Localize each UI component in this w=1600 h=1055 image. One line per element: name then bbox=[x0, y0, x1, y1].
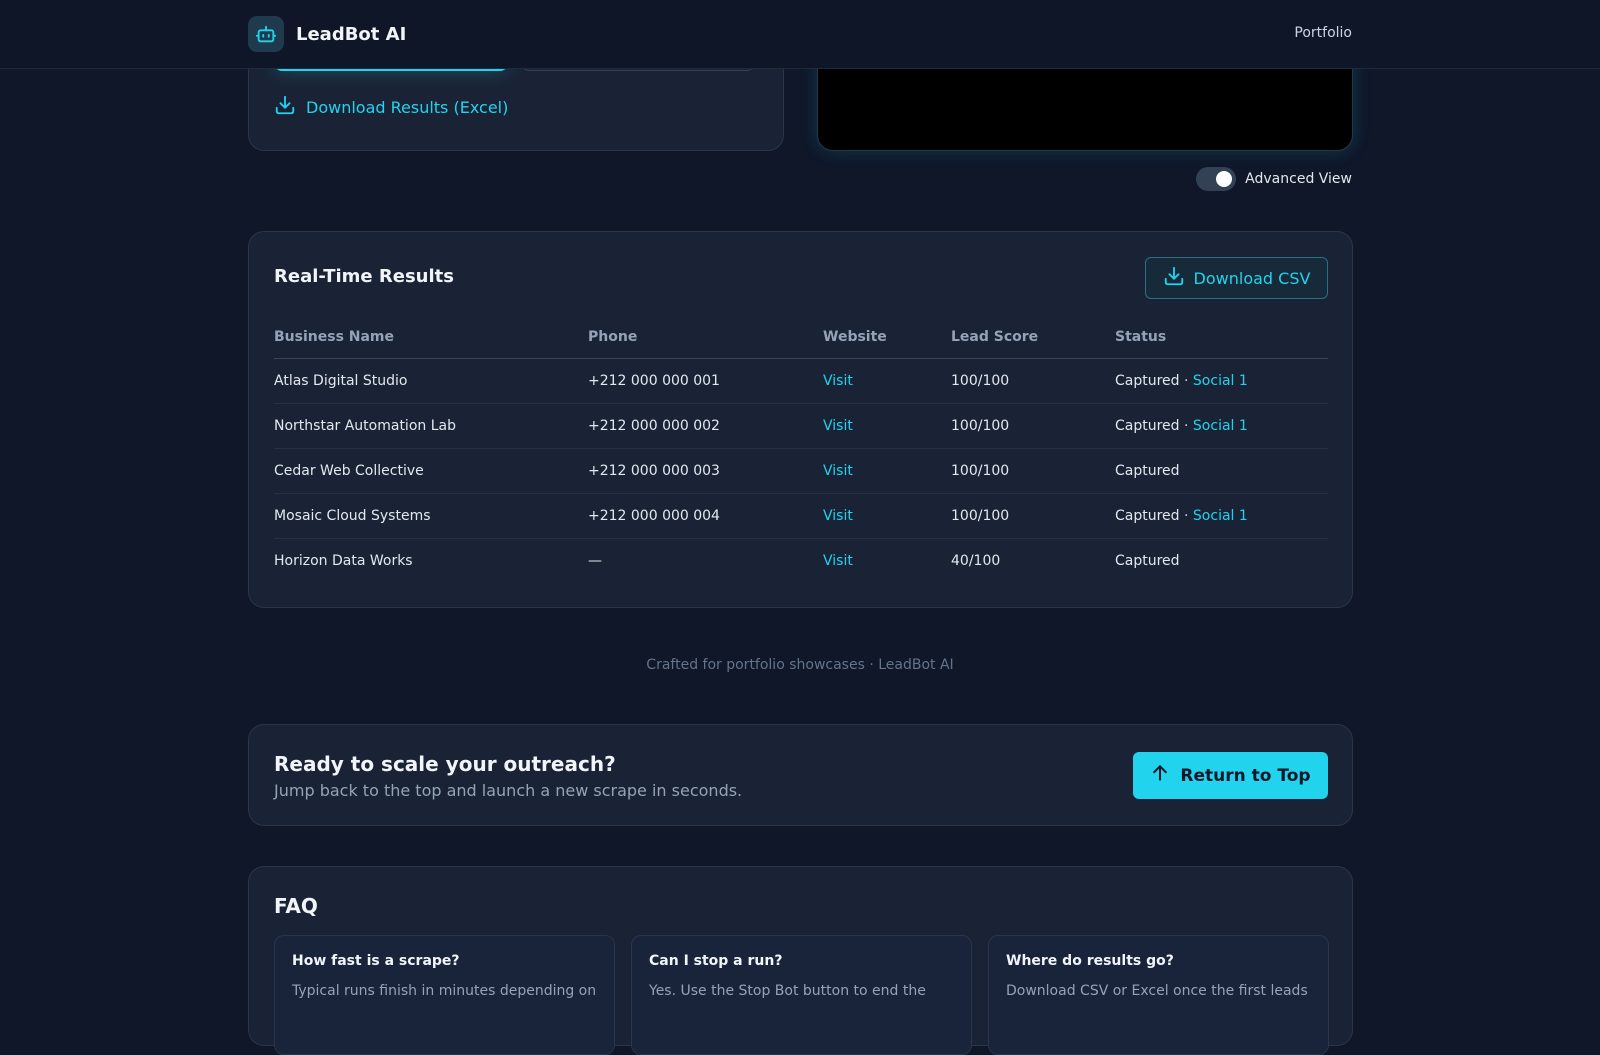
faq-question: How fast is a scrape? bbox=[292, 953, 460, 969]
faq-question: Where do results go? bbox=[1006, 953, 1174, 969]
arrow-up-icon bbox=[1150, 763, 1170, 788]
table-row: Mosaic Cloud Systems +212 000 000 004 Vi… bbox=[274, 493, 1328, 539]
cta-card: Ready to scale your outreach? Jump back … bbox=[248, 724, 1353, 826]
lead-score: 100/100 bbox=[951, 493, 1115, 539]
status-text: Captured bbox=[1115, 417, 1180, 434]
download-excel-link[interactable]: Download Results (Excel) bbox=[274, 94, 508, 120]
advanced-view-label: Advanced View bbox=[1245, 171, 1352, 187]
faq-answer: Typical runs finish in minutes depending… bbox=[292, 983, 597, 999]
results-card: Real-Time Results Download CSV Business … bbox=[248, 231, 1353, 608]
faq-answer: Download CSV or Excel once the first lea… bbox=[1006, 983, 1308, 999]
brand-name: LeadBot AI bbox=[296, 23, 407, 45]
advanced-view-toggle-row: Advanced View bbox=[1196, 167, 1352, 191]
business-name: Mosaic Cloud Systems bbox=[274, 493, 588, 539]
toggle-knob bbox=[1216, 171, 1233, 187]
social-link[interactable]: Social 1 bbox=[1193, 508, 1248, 524]
faq-item[interactable]: Where do results go? Download CSV or Exc… bbox=[988, 935, 1329, 1055]
lead-score: 100/100 bbox=[951, 403, 1115, 449]
social-link[interactable]: Social 1 bbox=[1193, 373, 1248, 389]
faq-answer: Yes. Use the Stop Bot button to end the bbox=[649, 983, 926, 999]
return-to-top-label: Return to Top bbox=[1180, 765, 1311, 786]
phone: — bbox=[588, 552, 602, 569]
business-name: Cedar Web Collective bbox=[274, 448, 588, 494]
download-icon bbox=[274, 94, 296, 120]
website-link[interactable]: Visit bbox=[823, 373, 853, 389]
faq-item[interactable]: Can I stop a run? Yes. Use the Stop Bot … bbox=[631, 935, 972, 1055]
download-icon bbox=[1163, 265, 1185, 291]
col-header-business-name: Business Name bbox=[274, 316, 588, 359]
business-name: Horizon Data Works bbox=[274, 552, 413, 569]
brand[interactable]: LeadBot AI bbox=[248, 16, 406, 52]
faq-item[interactable]: How fast is a scrape? Typical runs finis… bbox=[274, 935, 615, 1055]
table-row: Atlas Digital Studio +212 000 000 001 Vi… bbox=[274, 358, 1328, 404]
status-text: Captured bbox=[1115, 372, 1180, 389]
faq-question: Can I stop a run? bbox=[649, 953, 783, 969]
website-link[interactable]: Visit bbox=[823, 553, 853, 569]
table-row: Cedar Web Collective +212 000 000 003 Vi… bbox=[274, 448, 1328, 494]
phone: +212 000 000 002 bbox=[588, 403, 823, 449]
faq-card: FAQ How fast is a scrape? Typical runs f… bbox=[248, 866, 1353, 1055]
status-text: Captured bbox=[1115, 552, 1180, 569]
col-header-phone: Phone bbox=[588, 316, 823, 359]
separator: · bbox=[1179, 372, 1193, 389]
lead-score: 100/100 bbox=[951, 448, 1115, 494]
table-row: Horizon Data Works — Visit 40/100 Captur… bbox=[274, 538, 1328, 583]
cta-subtitle: Jump back to the top and launch a new sc… bbox=[274, 781, 743, 800]
footer-note: Crafted for portfolio showcases · LeadBo… bbox=[646, 657, 954, 673]
lead-score: 40/100 bbox=[951, 552, 1001, 569]
download-csv-button[interactable]: Download CSV bbox=[1145, 257, 1328, 299]
return-to-top-button[interactable]: Return to Top bbox=[1133, 752, 1328, 799]
lead-score: 100/100 bbox=[951, 358, 1115, 404]
phone: +212 000 000 004 bbox=[588, 493, 823, 539]
faq-title: FAQ bbox=[274, 894, 318, 918]
col-header-website: Website bbox=[823, 316, 951, 359]
separator: · bbox=[1179, 507, 1193, 524]
top-navbar: LeadBot AI Portfolio bbox=[0, 0, 1600, 69]
status-text: Captured bbox=[1115, 462, 1180, 479]
social-link[interactable]: Social 1 bbox=[1193, 418, 1248, 434]
business-name: Atlas Digital Studio bbox=[274, 358, 588, 404]
results-title: Real-Time Results bbox=[274, 266, 454, 287]
advanced-view-toggle[interactable] bbox=[1196, 167, 1237, 191]
col-header-lead-score: Lead Score bbox=[951, 316, 1115, 359]
phone: +212 000 000 001 bbox=[588, 358, 823, 404]
table-header-row: Business Name Phone Website Lead Score S… bbox=[274, 316, 1328, 359]
results-table: Business Name Phone Website Lead Score S… bbox=[274, 316, 1328, 583]
status-text: Captured bbox=[1115, 507, 1180, 524]
phone: +212 000 000 003 bbox=[588, 448, 823, 494]
website-link[interactable]: Visit bbox=[823, 508, 853, 524]
download-csv-label: Download CSV bbox=[1193, 268, 1311, 288]
website-link[interactable]: Visit bbox=[823, 418, 853, 434]
table-row: Northstar Automation Lab +212 000 000 00… bbox=[274, 403, 1328, 449]
robot-icon bbox=[248, 16, 284, 52]
separator: · bbox=[1179, 417, 1193, 434]
nav-portfolio-link[interactable]: Portfolio bbox=[1294, 25, 1352, 41]
business-name: Northstar Automation Lab bbox=[274, 403, 588, 449]
website-link[interactable]: Visit bbox=[823, 463, 853, 479]
download-excel-label: Download Results (Excel) bbox=[306, 97, 509, 117]
cta-title: Ready to scale your outreach? bbox=[274, 752, 616, 776]
col-header-status: Status bbox=[1115, 316, 1328, 359]
